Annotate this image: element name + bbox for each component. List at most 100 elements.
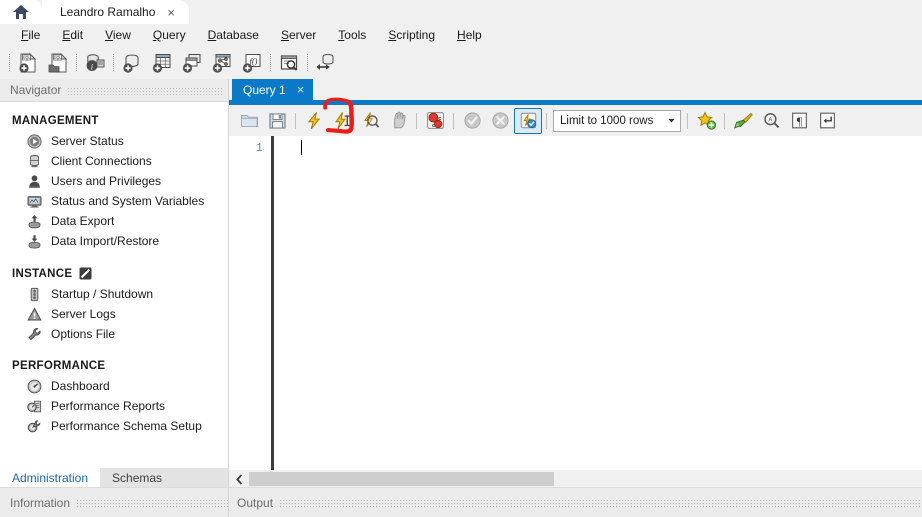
panel-grip — [67, 85, 222, 95]
menu-server[interactable]: Server — [270, 26, 327, 44]
query-editor-pane: Query 1 × c c Limit to 1000 rows A ¶ 1 O… — [229, 79, 922, 517]
sidebar-item-label: Status and System Variables — [51, 194, 205, 208]
sidebar-item-data-import-restore[interactable]: Data Import/Restore — [0, 231, 228, 251]
row-limit-value: Limit to 1000 rows — [560, 114, 654, 127]
sidebar-item-performance-reports[interactable]: Performance Reports — [0, 396, 228, 416]
find-icon[interactable]: A — [757, 108, 785, 134]
tab-administration[interactable]: Administration — [0, 468, 101, 488]
wrap-lines-icon[interactable] — [813, 108, 841, 134]
navigator-sidebar: Navigator MANAGEMENT Server Status Clien… — [0, 79, 238, 517]
execute-current-statement-icon[interactable] — [328, 108, 356, 134]
invisible-chars-icon[interactable]: ¶ — [785, 108, 813, 134]
toolbar-separator — [412, 112, 421, 130]
tab-schemas[interactable]: Schemas — [100, 468, 175, 488]
menu-file[interactable]: File — [10, 26, 51, 44]
svg-text:¶: ¶ — [796, 114, 802, 128]
sidebar-item-options-file[interactable]: Options File — [0, 324, 228, 344]
sidebar-item-users-and-privileges[interactable]: Users and Privileges — [0, 171, 228, 191]
sidebar-item-label: Options File — [51, 327, 116, 341]
sidebar-item-server-logs[interactable]: Server Logs — [0, 304, 228, 324]
create-procedure-icon[interactable] — [207, 49, 237, 77]
toggle-autocommit-icon[interactable] — [514, 107, 542, 134]
toggle-stop-on-error-icon[interactable]: c c — [421, 108, 449, 134]
sidebar-item-label: Users and Privileges — [51, 174, 162, 188]
sidebar-item-status-and-system-variables[interactable]: Status and System Variables — [0, 191, 228, 211]
menu-database[interactable]: Database — [197, 26, 270, 44]
sidebar-item-dashboard[interactable]: Dashboard — [0, 376, 228, 396]
open-script-icon[interactable] — [235, 108, 263, 134]
line-number-gutter: 1 — [229, 136, 269, 496]
server-logs-icon — [26, 306, 42, 322]
navigator-body: MANAGEMENT Server Status Client Connecti… — [0, 102, 228, 483]
toolbar-separator — [6, 53, 13, 73]
save-snippet-icon[interactable] — [692, 108, 720, 134]
dashboard-icon — [26, 378, 42, 394]
sidebar-item-label: Performance Reports — [51, 399, 166, 413]
create-view-icon[interactable] — [177, 49, 207, 77]
close-icon[interactable]: × — [167, 6, 175, 19]
sidebar-item-client-connections[interactable]: Client Connections — [0, 151, 228, 171]
menu-help[interactable]: Help — [446, 26, 493, 44]
sidebar-item-label: Server Logs — [51, 307, 116, 321]
close-icon[interactable]: × — [297, 83, 305, 96]
menu-tools[interactable]: Tools — [327, 26, 377, 44]
row-limit-dropdown[interactable]: Limit to 1000 rows — [553, 109, 681, 132]
menu-edit[interactable]: Edit — [51, 26, 94, 44]
section-performance-label: PERFORMANCE — [12, 360, 106, 372]
menu-view[interactable]: View — [94, 26, 142, 44]
sidebar-item-label: Server Status — [51, 134, 124, 148]
main-toolbar: SQL SQL i f() — [0, 46, 922, 79]
create-schema-icon[interactable] — [117, 49, 147, 77]
chevron-down-icon[interactable] — [664, 116, 678, 125]
scroll-left-arrow-icon[interactable] — [229, 470, 249, 488]
reconnect-server-icon[interactable] — [311, 49, 341, 77]
sidebar-item-label: Client Connections — [51, 154, 152, 168]
menu-query[interactable]: Query — [142, 26, 197, 44]
users-privileges-icon — [26, 173, 42, 189]
sidebar-item-server-status[interactable]: Server Status — [0, 131, 228, 151]
create-table-icon[interactable] — [147, 49, 177, 77]
sidebar-item-label: Dashboard — [51, 379, 110, 393]
scrollbar-thumb[interactable] — [249, 472, 554, 486]
mysql-workbench-window: Leandro Ramalho × File Edit View Query D… — [0, 0, 922, 517]
performance-reports-icon — [26, 398, 42, 414]
code-text-area[interactable] — [274, 136, 922, 496]
stop-execution-icon — [384, 108, 412, 134]
toolbar-separator — [267, 53, 274, 73]
sql-code-editor[interactable]: 1 — [229, 136, 922, 496]
query-tab-strip: Query 1 × — [229, 79, 922, 100]
output-panel-header: Output — [229, 487, 922, 517]
create-function-icon[interactable]: f() — [237, 49, 267, 77]
toolbar-separator — [720, 112, 729, 130]
startup-shutdown-icon — [26, 286, 42, 302]
tab-query-1-label: Query 1 — [243, 82, 286, 97]
connection-tab[interactable]: Leandro Ramalho × — [42, 0, 189, 24]
tab-query-1[interactable]: Query 1 × — [232, 79, 314, 100]
svg-text:SQL: SQL — [53, 55, 62, 60]
search-objects-icon[interactable] — [274, 49, 304, 77]
save-script-icon[interactable] — [263, 108, 291, 134]
section-management: MANAGEMENT — [0, 110, 228, 131]
section-instance-label: INSTANCE — [12, 267, 73, 280]
rollback-icon — [486, 108, 514, 134]
new-sql-tab-icon[interactable]: SQL — [13, 49, 43, 77]
open-sql-script-icon[interactable]: SQL — [43, 49, 73, 77]
beautify-sql-icon[interactable] — [729, 108, 757, 134]
sidebar-item-data-export[interactable]: Data Export — [0, 211, 228, 231]
sidebar-item-startup-shutdown[interactable]: Startup / Shutdown — [0, 284, 228, 304]
section-instance: INSTANCE — [0, 262, 228, 284]
toolbar-separator — [291, 112, 300, 130]
sidebar-item-label: Data Import/Restore — [51, 234, 160, 248]
execute-statements-icon[interactable] — [300, 108, 328, 134]
connection-info-icon[interactable]: i — [80, 49, 110, 77]
editor-horizontal-scrollbar[interactable] — [229, 470, 922, 488]
information-panel-header: Information — [0, 487, 238, 517]
sidebar-item-performance-schema-setup[interactable]: Performance Schema Setup — [0, 416, 228, 436]
home-tab[interactable] — [0, 0, 42, 24]
scrollbar-track[interactable] — [249, 472, 922, 486]
menu-scripting[interactable]: Scripting — [377, 26, 446, 44]
explain-statement-icon[interactable] — [356, 108, 384, 134]
svg-text:SQL: SQL — [22, 55, 31, 60]
